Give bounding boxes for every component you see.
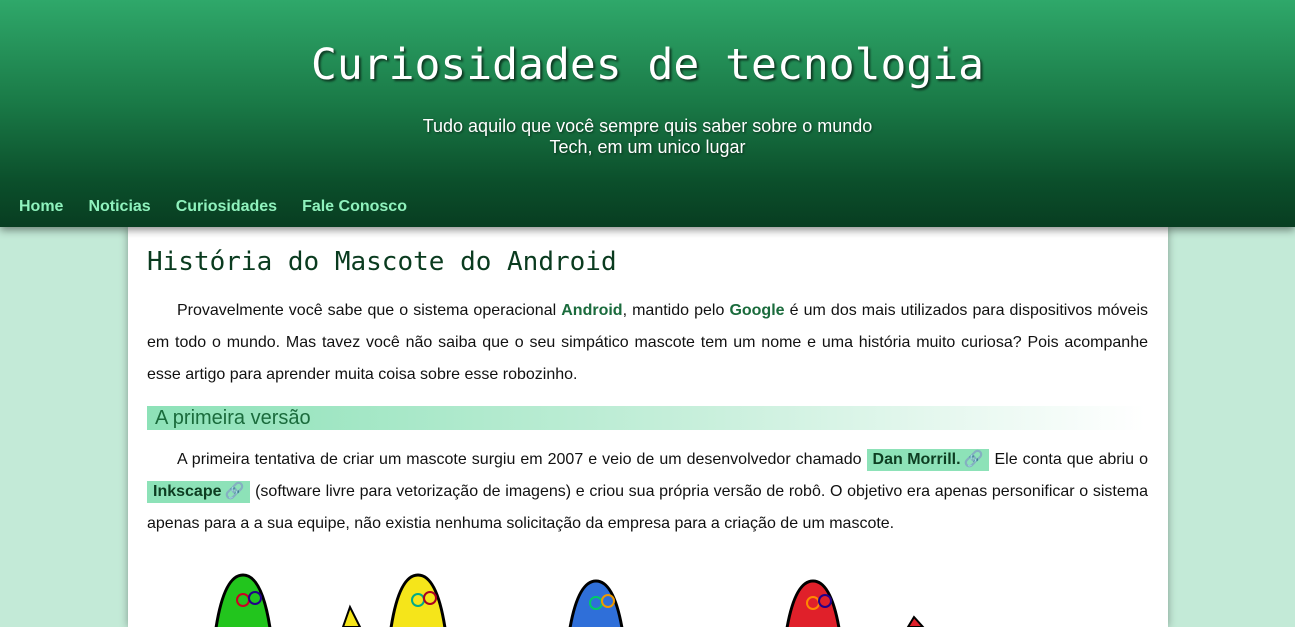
robot-body-yellow: [389, 573, 447, 627]
article-container: História do Mascote do Android Provavelm…: [128, 227, 1168, 627]
main-nav: Home Noticias Curiosidades Fale Conosco: [19, 198, 407, 216]
robot-blue: [568, 579, 624, 627]
link-dan-morrill[interactable]: Dan Morrill. 🔗: [866, 449, 990, 471]
section-text-1: A primeira tentativa de criar um mascote…: [177, 451, 867, 468]
section-heading: A primeira versão: [147, 406, 1145, 430]
site-header: Curiosidades de tecnologia Tudo aquilo q…: [0, 0, 1295, 227]
section-text-2: Ele conta que abriu o: [989, 451, 1148, 468]
robot-yellow: [389, 573, 447, 627]
link-inkscape[interactable]: Inkscape 🔗: [147, 481, 251, 503]
article-title: História do Mascote do Android: [147, 247, 617, 277]
intro-paragraph: Provavelmente você sabe que o sistema op…: [147, 295, 1148, 391]
intro-text-1: Provavelmente você sabe que o sistema op…: [177, 302, 562, 319]
robot-arm-red: [906, 615, 925, 627]
link-chain-icon: 🔗: [963, 451, 984, 468]
brand-google: Google: [729, 302, 785, 319]
robot-body-green: [214, 573, 272, 627]
nav-fale-conosco[interactable]: Fale Conosco: [302, 198, 407, 216]
nav-curiosidades[interactable]: Curiosidades: [176, 198, 277, 216]
robot-green: [214, 573, 272, 627]
link-inkscape-label: Inkscape: [153, 483, 222, 500]
section-text-3: (software livre para vetorização de imag…: [147, 483, 1148, 532]
subtitle-line-1: Tudo aquilo que você sempre quis saber s…: [422, 116, 873, 136]
brand-android: Android: [561, 302, 623, 319]
nav-home[interactable]: Home: [19, 198, 63, 216]
robot-body-blue: [568, 579, 624, 627]
link-dan-morrill-label: Dan Morrill.: [872, 451, 961, 468]
intro-text-2: , mantido pelo: [622, 302, 730, 319]
section-paragraph: A primeira tentativa de criar um mascote…: [147, 444, 1148, 540]
robot-body-red: [785, 579, 841, 627]
site-title: Curiosidades de tecnologia: [310, 40, 985, 90]
robot-arm-yellow: [341, 604, 362, 627]
link-chain-icon: 🔗: [224, 483, 245, 500]
nav-noticias[interactable]: Noticias: [88, 198, 150, 216]
site-subtitle: Tudo aquilo que você sempre quis saber s…: [0, 116, 1295, 158]
subtitle-line-2: Tech, em um unico lugar: [549, 137, 746, 157]
robot-red: [785, 579, 841, 627]
robot-mascots-image: [214, 573, 925, 627]
